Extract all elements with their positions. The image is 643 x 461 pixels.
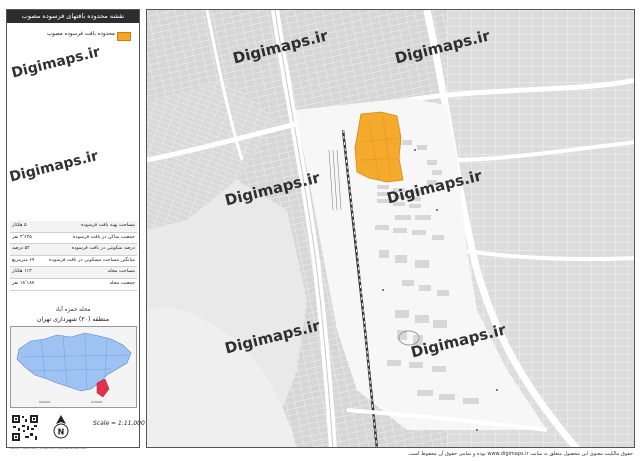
- basemap: [147, 10, 634, 447]
- legend-swatch-label: محدوده بافت فرسوده مصوب: [46, 31, 115, 37]
- stat-row: مساحت محله ۱۱۳ هکتار: [10, 267, 137, 279]
- copyright-footer: حقوق مالکیت معنوی این محصول متعلق به سای…: [407, 451, 633, 457]
- stat-row: درصد سکونتی در بافت فرسوده ۵۲ درصد: [10, 244, 137, 256]
- stat-value: ۵ هکتار: [12, 223, 27, 228]
- stat-label: درصد سکونتی در بافت فرسوده: [71, 246, 135, 252]
- stat-label: جمعیت محله: [109, 280, 135, 286]
- statistics-table: مساحت پهنه بافت فرسوده ۵ هکتار جمعیت ساک…: [10, 221, 137, 291]
- svg-text:520000: 520000: [91, 400, 103, 404]
- stat-value: ۱۸٬۱۸۷ نفر: [12, 280, 35, 286]
- location-inset-map: 500000 520000: [10, 326, 137, 408]
- stat-label: مساحت محله: [107, 269, 135, 275]
- north-letter: N: [58, 428, 65, 437]
- region-name: منطقه (۲۰) شهرداری تهران: [36, 316, 110, 323]
- worn-fabric-highlight[interactable]: [354, 111, 404, 183]
- stat-label: میانگین مساحت مسکونی در بافت فرسوده: [49, 257, 135, 263]
- projection-credit: Datum: WGS1984 | Projection: Transverse …: [10, 446, 88, 450]
- stat-value: ۱۱۳ هکتار: [12, 269, 32, 275]
- stat-row: مساحت پهنه بافت فرسوده ۵ هکتار: [10, 221, 137, 233]
- north-arrow-icon: N: [53, 415, 69, 439]
- map-scale: Scale = 1:11,000: [93, 420, 145, 427]
- svg-text:500000: 500000: [39, 400, 51, 404]
- stat-value: ۶۷ مترمربع: [12, 257, 35, 263]
- stat-row: جمعیت محله ۱۸٬۱۸۷ نفر: [10, 279, 137, 291]
- map-sheet: نقشه محدوده بافتهای فرسوده مصوب محدوده ب…: [0, 0, 643, 461]
- map-viewport[interactable]: Digimaps.ir Digimaps.ir Digimaps.ir Digi…: [146, 9, 635, 448]
- stat-label: جمعیت ساکن در بافت فرسوده: [72, 234, 135, 240]
- qr-code-icon: [11, 414, 39, 442]
- stat-label: مساحت پهنه بافت فرسوده: [80, 223, 135, 228]
- stat-value: ۳٬۶۴۵ نفر: [12, 234, 32, 240]
- district-name: محله حمزه آباد: [55, 307, 91, 313]
- stat-row: میانگین مساحت مسکونی در بافت فرسوده ۶۷ م…: [10, 256, 137, 268]
- inset-svg: 500000 520000: [16, 332, 132, 404]
- stat-row: جمعیت ساکن در بافت فرسوده ۳٬۶۴۵ نفر: [10, 233, 137, 245]
- legend-title: نقشه محدوده بافتهای فرسوده مصوب: [7, 10, 139, 23]
- legend-swatch: [117, 32, 131, 41]
- stat-value: ۵۲ درصد: [12, 246, 30, 252]
- city-boundary: [16, 332, 132, 392]
